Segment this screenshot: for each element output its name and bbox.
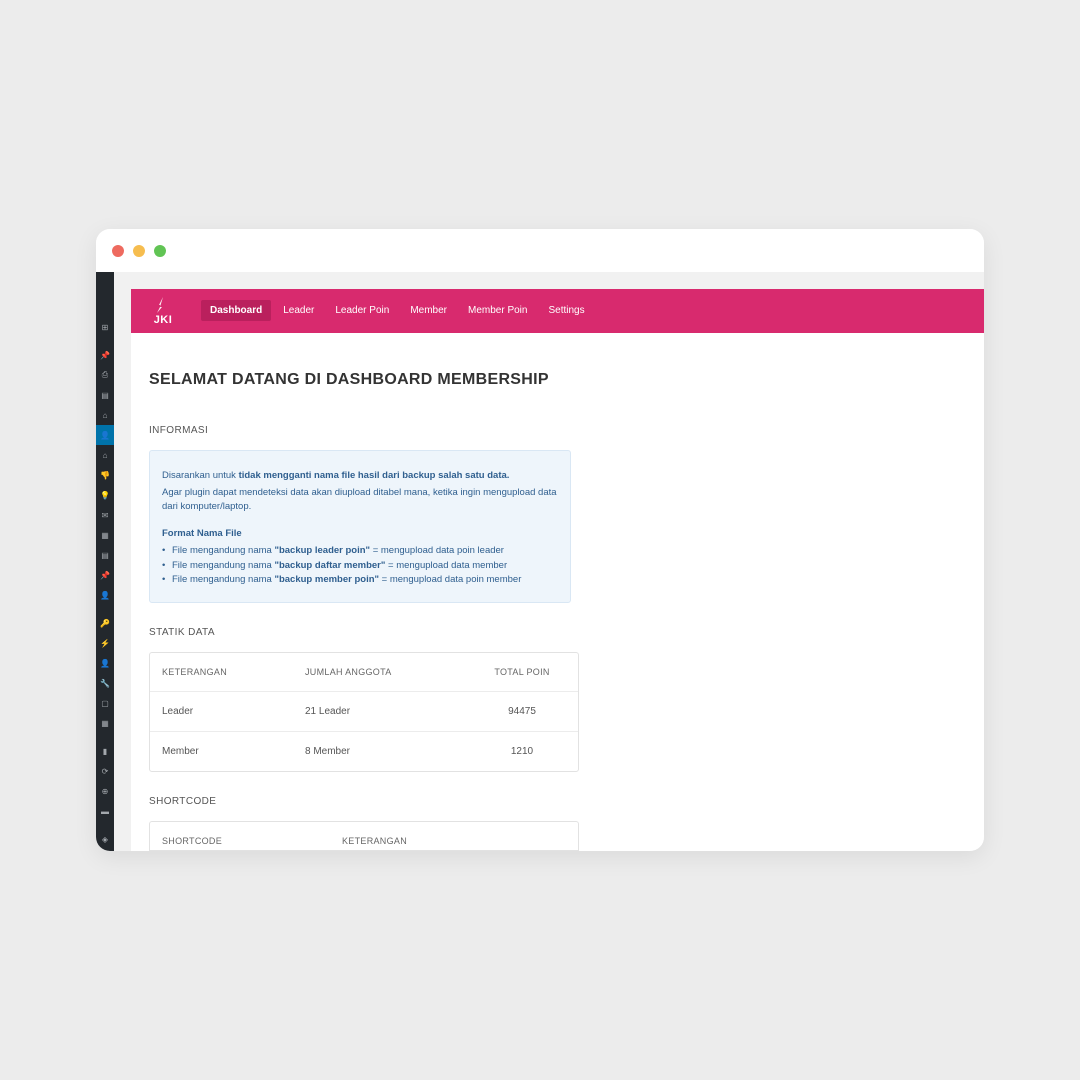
sidebar-item-users-2[interactable]: 👤 [96, 653, 114, 673]
info-line1-prefix: Disarankan untuk [162, 470, 239, 481]
sidebar-item-plugins[interactable]: ⚡ [96, 633, 114, 653]
info-line2: Agar plugin dapat mendeteksi data akan d… [162, 486, 558, 515]
sidebar-item-generic-2[interactable]: 👎 [96, 465, 114, 485]
th-shortcode: SHORTCODE [150, 822, 330, 850]
sidebar-item-membership[interactable]: 👤 [96, 425, 114, 445]
app-body: ⊞ 📌 ⎙ ▤ ⌂ 👤 ⌂ 👎 💡 ✉ ▦ ▤ 📌 👤 🔑 ⚡ 👤 🔧 ▢ ▦ … [96, 272, 984, 851]
tab-member-poin[interactable]: Member Poin [459, 300, 536, 321]
td-jumlah: 21 Leader [293, 691, 466, 731]
td-poin: 1210 [466, 731, 578, 771]
sidebar-item-mail[interactable]: ✉ [96, 505, 114, 525]
sidebar-item-media[interactable]: ⎙ [96, 365, 114, 385]
window-maximize-dot[interactable] [154, 245, 166, 257]
table-header-row: SHORTCODE KETERANGAN [150, 822, 578, 850]
sidebar-item-collapse[interactable]: ◈ [96, 829, 114, 849]
sidebar-item-generic-4[interactable]: ▦ [96, 525, 114, 545]
td-poin: 94475 [466, 691, 578, 731]
main-content: SELAMAT DATANG DI DASHBOARD MEMBERSHIP I… [131, 333, 984, 851]
app-window: ⊞ 📌 ⎙ ▤ ⌂ 👤 ⌂ 👎 💡 ✉ ▦ ▤ 📌 👤 🔑 ⚡ 👤 🔧 ▢ ▦ … [96, 229, 984, 851]
logo: JKI [149, 292, 177, 330]
info-item-3: File mengandung nama "backup member poin… [162, 573, 558, 588]
sidebar-item-generic-1[interactable]: ⌂ [96, 445, 114, 465]
sidebar-item-generic-7[interactable]: ▦ [96, 713, 114, 733]
sidebar-item-generic-3[interactable]: 💡 [96, 485, 114, 505]
wp-admin-sidebar: ⊞ 📌 ⎙ ▤ ⌂ 👤 ⌂ 👎 💡 ✉ ▦ ▤ 📌 👤 🔑 ⚡ 👤 🔧 ▢ ▦ … [96, 272, 114, 851]
sidebar-item-generic-8[interactable]: ▮ [96, 741, 114, 761]
sidebar-item-posts[interactable]: 📌 [96, 345, 114, 365]
plugin-tabs: Dashboard Leader Leader Poin Member Memb… [201, 300, 594, 321]
sidebar-item-tools[interactable]: 🔧 [96, 673, 114, 693]
section-informasi-title: INFORMASI [149, 425, 966, 436]
content-outer: JKI Dashboard Leader Leader Poin Member … [114, 272, 984, 851]
sidebar-item-comments[interactable]: ⌂ [96, 405, 114, 425]
table-row: Member 8 Member 1210 [150, 731, 578, 771]
content-inner: JKI Dashboard Leader Leader Poin Member … [131, 289, 984, 851]
td-ket: Leader [150, 691, 293, 731]
window-minimize-dot[interactable] [133, 245, 145, 257]
section-statik-title: STATIK DATA [149, 627, 966, 638]
plugin-header: JKI Dashboard Leader Leader Poin Member … [131, 289, 984, 333]
sidebar-item-appearance[interactable]: 🔑 [96, 613, 114, 633]
info-list: File mengandung nama "backup leader poin… [162, 544, 558, 588]
sidebar-item-dashboard[interactable]: ⊞ [96, 317, 114, 337]
section-shortcode-title: SHORTCODE [149, 796, 966, 807]
tab-dashboard[interactable]: Dashboard [201, 300, 271, 321]
th-keterangan: KETERANGAN [150, 653, 293, 691]
th-jumlah: JUMLAH ANGGOTA [293, 653, 466, 691]
sidebar-item-generic-5[interactable]: ▤ [96, 545, 114, 565]
sidebar-item-generic-6[interactable]: 📌 [96, 565, 114, 585]
th-poin: TOTAL POIN [466, 653, 578, 691]
page-title: SELAMAT DATANG DI DASHBOARD MEMBERSHIP [149, 371, 966, 389]
th-keterangan2: KETERANGAN [330, 822, 578, 850]
table-header-row: KETERANGAN JUMLAH ANGGOTA TOTAL POIN [150, 653, 578, 691]
info-item-2: File mengandung nama "backup daftar memb… [162, 559, 558, 574]
sidebar-item-settings[interactable]: ▢ [96, 693, 114, 713]
info-format-title: Format Nama File [162, 528, 242, 539]
sidebar-item-generic-10[interactable]: ⊕ [96, 781, 114, 801]
info-item-1: File mengandung nama "backup leader poin… [162, 544, 558, 559]
table-row: Leader 21 Leader 94475 [150, 691, 578, 731]
info-line1-bold: tidak mengganti nama file hasil dari bac… [239, 470, 510, 481]
td-jumlah: 8 Member [293, 731, 466, 771]
sidebar-item-generic-9[interactable]: ⟳ [96, 761, 114, 781]
window-titlebar [96, 229, 984, 272]
static-data-table: KETERANGAN JUMLAH ANGGOTA TOTAL POIN Lea… [149, 652, 579, 772]
tab-settings[interactable]: Settings [539, 300, 593, 321]
sidebar-item-generic-11[interactable]: ▬ [96, 801, 114, 821]
svg-text:JKI: JKI [154, 314, 173, 326]
td-ket: Member [150, 731, 293, 771]
info-box: Disarankan untuk tidak mengganti nama fi… [149, 450, 571, 603]
tab-leader-poin[interactable]: Leader Poin [326, 300, 398, 321]
sidebar-item-pages[interactable]: ▤ [96, 385, 114, 405]
shortcode-table: SHORTCODE KETERANGAN [149, 821, 579, 851]
tab-leader[interactable]: Leader [274, 300, 323, 321]
tab-member[interactable]: Member [401, 300, 456, 321]
window-close-dot[interactable] [112, 245, 124, 257]
sidebar-item-users[interactable]: 👤 [96, 585, 114, 605]
